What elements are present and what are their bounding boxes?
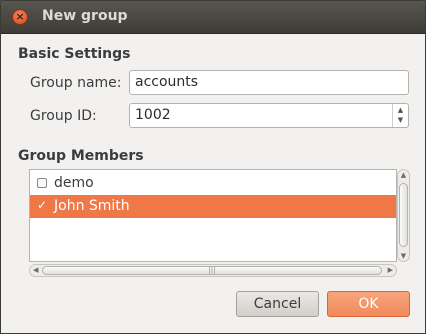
close-icon[interactable]: × [12, 9, 28, 25]
group-id-value: 1002 [135, 107, 171, 123]
title-bar[interactable]: × New group [1, 1, 425, 34]
cancel-button[interactable]: Cancel [236, 291, 319, 317]
member-checkbox[interactable] [37, 178, 47, 188]
check-icon[interactable]: ✓ [37, 199, 47, 211]
members-list[interactable]: demo ✓ John Smith [29, 169, 397, 262]
group-id-label: Group ID: [30, 108, 97, 124]
member-name: demo [54, 175, 94, 191]
spin-buttons[interactable]: ▲ ▼ [392, 104, 408, 127]
basic-settings-heading: Basic Settings [18, 46, 131, 62]
group-name-label: Group name: [30, 75, 122, 91]
vertical-scrollbar[interactable]: ▲ ▼ [397, 169, 410, 262]
group-name-input[interactable]: accounts [129, 70, 409, 95]
group-members-heading: Group Members [18, 148, 144, 164]
scroll-up-icon[interactable]: ▲ [398, 171, 409, 179]
list-item[interactable]: ✓ John Smith [30, 195, 396, 218]
group-id-spinbox[interactable]: 1002 ▲ ▼ [129, 103, 409, 128]
new-group-dialog: × New group Basic Settings Group name: a… [0, 0, 426, 334]
scroll-left-icon[interactable]: ◀ [33, 265, 38, 276]
window-title: New group [42, 8, 128, 24]
horizontal-scrollbar[interactable]: ◀ ||| ▶ [29, 264, 397, 277]
chevron-down-icon[interactable]: ▼ [393, 115, 408, 126]
vertical-scroll-thumb[interactable] [399, 183, 408, 247]
chevron-up-icon[interactable]: ▲ [393, 104, 408, 115]
horizontal-scroll-thumb[interactable]: ||| [42, 266, 382, 275]
ok-button[interactable]: OK [327, 291, 410, 317]
member-name: John Smith [54, 198, 130, 214]
list-item[interactable]: demo [30, 172, 396, 195]
scroll-down-icon[interactable]: ▼ [398, 252, 409, 260]
scroll-right-icon[interactable]: ▶ [388, 265, 393, 276]
